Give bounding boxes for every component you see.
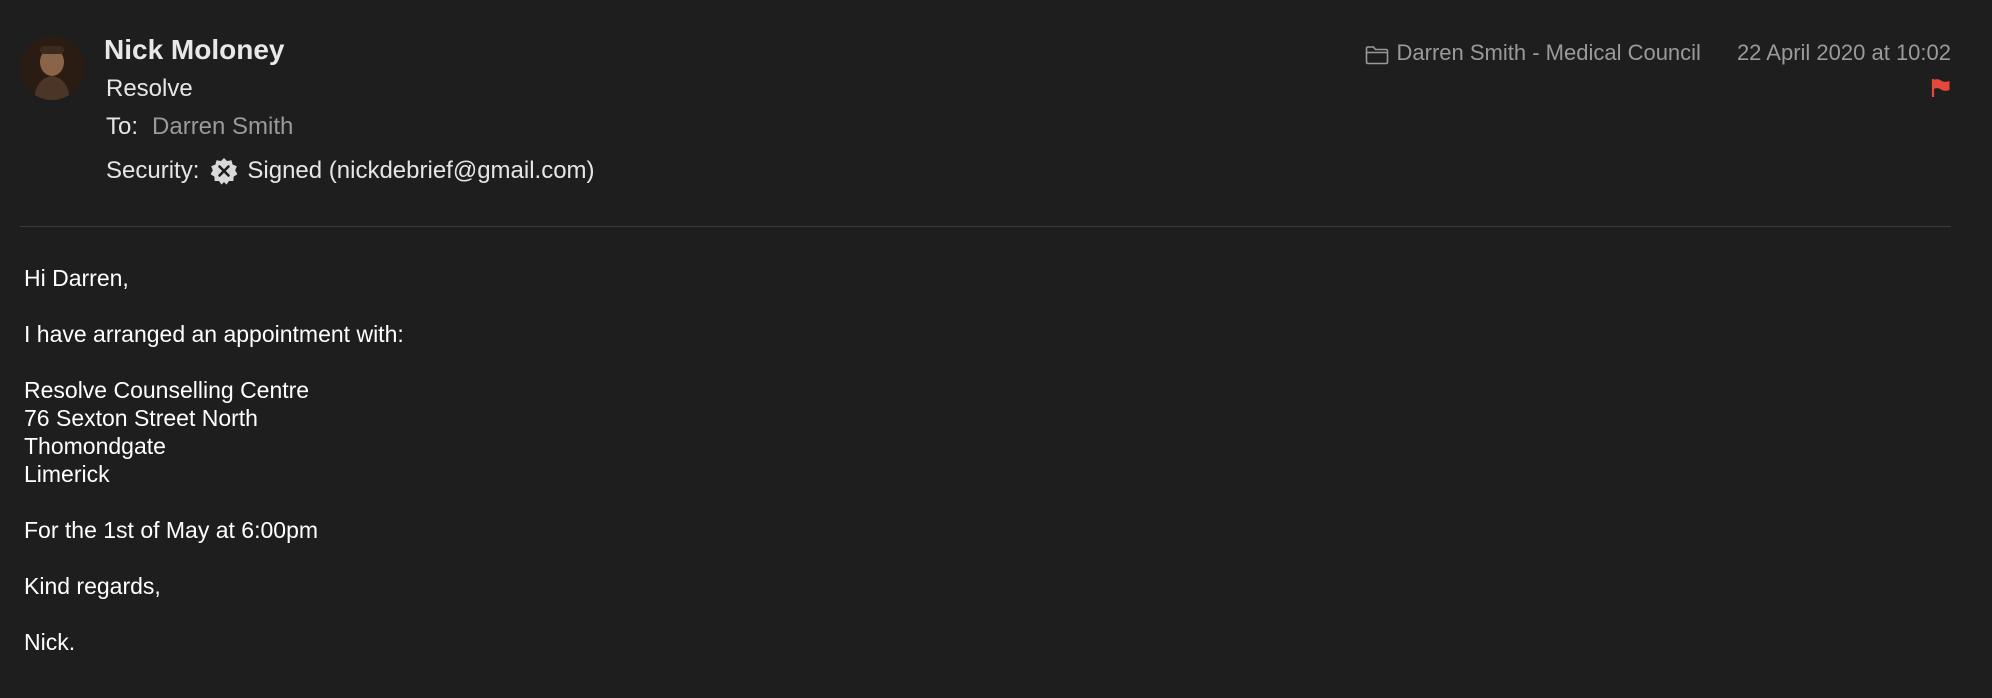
- security-label: Security:: [106, 157, 200, 184]
- signature-line: Nick.: [24, 629, 76, 655]
- sender-avatar[interactable]: [20, 36, 84, 100]
- message-subject: Resolve: [106, 75, 193, 102]
- address-line: 76 Sexton Street North: [24, 405, 258, 431]
- recipient-name[interactable]: Darren Smith: [152, 113, 293, 140]
- address-block: Resolve Counselling Centre 76 Sexton Str…: [24, 376, 404, 488]
- security-status: Signed (nickdebrief@gmail.com): [247, 157, 595, 184]
- mailbox-name[interactable]: Darren Smith - Medical Council: [1397, 38, 1701, 68]
- message-view: Nick Moloney Resolve To: Darren Smith Sec…: [0, 0, 1992, 698]
- appointment-line: For the 1st of May at 6:00pm: [24, 517, 319, 543]
- address-line: Thomondgate: [24, 433, 166, 459]
- greeting-line: Hi Darren,: [24, 265, 129, 291]
- flag-icon[interactable]: [1931, 78, 1951, 98]
- address-line: Resolve Counselling Centre: [24, 377, 310, 403]
- intro-line: I have arranged an appointment with:: [24, 321, 404, 347]
- security-row: Security: Signed (nickdebrief@gmail.com): [106, 156, 595, 186]
- closing-line: Kind regards,: [24, 573, 161, 599]
- message-body: Hi Darren, I have arranged an appointmen…: [24, 264, 404, 684]
- header-divider: [20, 226, 1951, 227]
- recipient-row: To: Darren Smith: [106, 112, 293, 142]
- sender-name[interactable]: Nick Moloney: [104, 32, 284, 68]
- signed-badge-icon[interactable]: [209, 156, 239, 186]
- folder-icon: [1365, 43, 1389, 65]
- to-label: To:: [106, 113, 139, 140]
- address-line: Limerick: [24, 461, 110, 487]
- message-date: 22 April 2020 at 10:02: [1736, 40, 1951, 65]
- message-meta: Darren Smith - Medical Council 22 April …: [1365, 38, 1951, 68]
